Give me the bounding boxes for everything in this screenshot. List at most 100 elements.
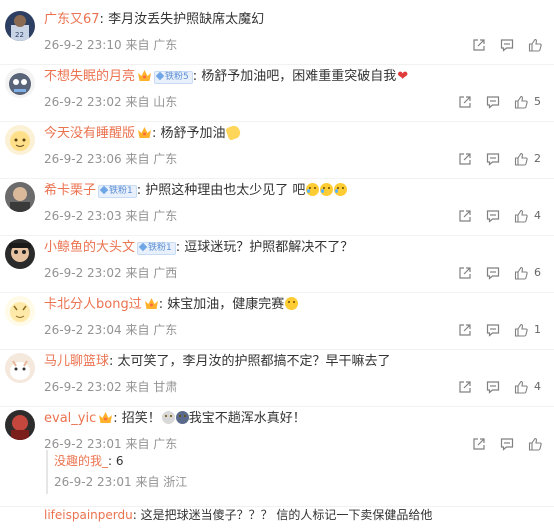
- comment-time: 26-9-2 23:06: [44, 152, 122, 166]
- reply-text: 6: [115, 454, 124, 468]
- avatar[interactable]: [5, 410, 35, 440]
- avatar[interactable]: [5, 296, 35, 326]
- kiss-emoji-icon: [285, 297, 299, 310]
- comment-location: 来自 甘肃: [125, 380, 178, 394]
- like-icon[interactable]: 5: [514, 94, 541, 110]
- username-link[interactable]: 希卡栗子: [44, 183, 96, 198]
- comment-time: 26-9-2 23:03: [44, 209, 122, 223]
- reply-username-link[interactable]: 没趣的我_: [54, 454, 108, 468]
- sticker-emoji-icon: [161, 411, 175, 424]
- reply-colon: :: [108, 454, 116, 468]
- comment-meta: 26-9-2 23:02 来自 山东: [44, 94, 177, 110]
- comment-item: 马儿聊篮球: 太可笑了，李月汝的护照都搞不定？早干嘛去了 26-9-2 23:0…: [0, 350, 554, 407]
- comment-item: 不想失眠的月亮 铁粉5: 杨舒予加油吧，困难重重突破自我❤ 26-9-2 23:0…: [0, 65, 554, 122]
- comment-colon: :: [109, 354, 118, 369]
- share-icon[interactable]: [472, 37, 486, 53]
- laugh-cry-emoji-icon: [334, 183, 348, 196]
- fan-level-badge: 铁粉1: [98, 185, 137, 198]
- like-icon[interactable]: 2: [514, 151, 541, 167]
- comment-location: 来自 广东: [125, 209, 178, 223]
- fan-level-badge: 铁粉1: [137, 242, 176, 255]
- like-icon[interactable]: 6: [514, 265, 541, 281]
- share-icon[interactable]: [458, 151, 472, 167]
- comment-time: 26-9-2 23:01: [44, 437, 122, 451]
- comment-meta: 26-9-2 23:02 来自 甘肃: [44, 379, 177, 395]
- share-icon[interactable]: [458, 379, 472, 395]
- reply-item: 没趣的我_: 6 26-9-2 23:01 来自 浙江: [46, 450, 548, 494]
- like-count: 1: [534, 323, 541, 336]
- laugh-cry-emoji-icon: [306, 183, 320, 196]
- like-icon[interactable]: 4: [514, 379, 541, 395]
- comment-line: 卡北分人bong过: 妹宝加油，健康完赛: [44, 296, 299, 314]
- comment-location: 来自 广东: [125, 323, 178, 337]
- comment-colon: :: [99, 12, 109, 27]
- comment-line: 广东又67: 李月汝丢失护照缺席太魔幻: [44, 11, 264, 29]
- username-link[interactable]: 小鲸鱼的大头文: [44, 240, 135, 255]
- comment-icon[interactable]: [486, 322, 500, 338]
- share-icon[interactable]: [458, 265, 472, 281]
- heart-emoji-icon: ❤: [397, 69, 409, 84]
- comment-icon[interactable]: [486, 208, 500, 224]
- avatar[interactable]: [5, 353, 35, 383]
- comment-text: 杨舒予加油吧，困难重重突破自我: [201, 69, 397, 84]
- avatar[interactable]: [5, 68, 35, 98]
- comment-location: 来自 山东: [125, 95, 178, 109]
- comment-time: 26-9-2 23:02: [44, 266, 122, 280]
- comment-time: 26-9-2 23:04: [44, 323, 122, 337]
- avatar[interactable]: [5, 125, 35, 155]
- username-link[interactable]: 马儿聊篮球: [44, 354, 109, 369]
- username-link[interactable]: 不想失眠的月亮: [44, 69, 135, 84]
- crown-badge-icon: [98, 411, 113, 424]
- share-icon[interactable]: [458, 322, 472, 338]
- like-icon[interactable]: 1: [514, 322, 541, 338]
- comment-time: 26-9-2 23:02: [44, 95, 122, 109]
- comment-meta: 26-9-2 23:10 来自 广东: [44, 37, 177, 53]
- crown-badge-icon: [137, 69, 152, 82]
- comment-line: 马儿聊篮球: 太可笑了，李月汝的护照都搞不定？早干嘛去了: [44, 353, 391, 371]
- comment-icon[interactable]: [486, 94, 500, 110]
- comment-meta: 26-9-2 23:06 来自 广东: [44, 151, 177, 167]
- comment-line: 不想失眠的月亮 铁粉5: 杨舒予加油吧，困难重重突破自我❤: [44, 68, 408, 86]
- like-icon[interactable]: 4: [514, 208, 541, 224]
- avatar[interactable]: [5, 239, 35, 269]
- avatar[interactable]: [5, 182, 35, 212]
- comment-location: 来自 广东: [125, 152, 178, 166]
- comment-colon: :: [113, 411, 122, 426]
- username-link[interactable]: 卡北分人bong过: [44, 297, 142, 312]
- fist-emoji-icon: [224, 124, 242, 141]
- comment-text: 太可笑了，李月汝的护照都搞不定？早干嘛去了: [117, 354, 391, 369]
- avatar[interactable]: 22: [5, 11, 35, 41]
- svg-text:22: 22: [15, 31, 24, 39]
- crown-badge-icon: [137, 126, 152, 139]
- comment-time: 26-9-2 23:10: [44, 38, 122, 52]
- comment-item: 今天没有睡醒版: 杨舒予加油 26-9-2 23:06 来自 广东 2: [0, 122, 554, 179]
- like-icon[interactable]: [528, 37, 542, 53]
- comment-colon: :: [175, 240, 185, 255]
- share-icon[interactable]: [458, 94, 472, 110]
- share-icon[interactable]: [458, 208, 472, 224]
- username-link[interactable]: 广东又67: [44, 12, 100, 27]
- comment-icon[interactable]: [486, 151, 500, 167]
- comment-icon[interactable]: [500, 37, 514, 53]
- reply-line: 没趣的我_: 6: [54, 452, 124, 470]
- comment-location: 来自 广东: [125, 437, 178, 451]
- comment-colon: :: [136, 183, 146, 198]
- comment-text: 招笑！: [121, 411, 161, 426]
- comment-icon[interactable]: [486, 379, 500, 395]
- comment-colon: :: [132, 508, 141, 522]
- comment-text: 逗球迷玩？护照都解决不了？: [184, 240, 354, 255]
- like-count: 4: [534, 380, 541, 393]
- like-count: 6: [534, 266, 541, 279]
- comment-item: 22 广东又67: 李月汝丢失护照缺席太魔幻 26-9-2 23:10 来自 广…: [0, 8, 554, 65]
- comment-item: 希卡栗子 铁粉1: 护照这种理由也太少见了 吧 26-9-2 23:03 来自 广…: [0, 179, 554, 236]
- username-link[interactable]: eval_yic: [44, 411, 96, 426]
- username-link[interactable]: 今天没有睡醒版: [44, 126, 135, 141]
- crown-badge-icon: [144, 297, 159, 310]
- like-count: 2: [534, 152, 541, 165]
- comment-icon[interactable]: [486, 265, 500, 281]
- like-count: 4: [534, 209, 541, 222]
- username-link[interactable]: lifeispainperdu: [44, 508, 133, 522]
- like-count: 5: [534, 95, 541, 108]
- reply-location: 来自 浙江: [135, 475, 188, 489]
- comment-location: 来自 广东: [125, 38, 178, 52]
